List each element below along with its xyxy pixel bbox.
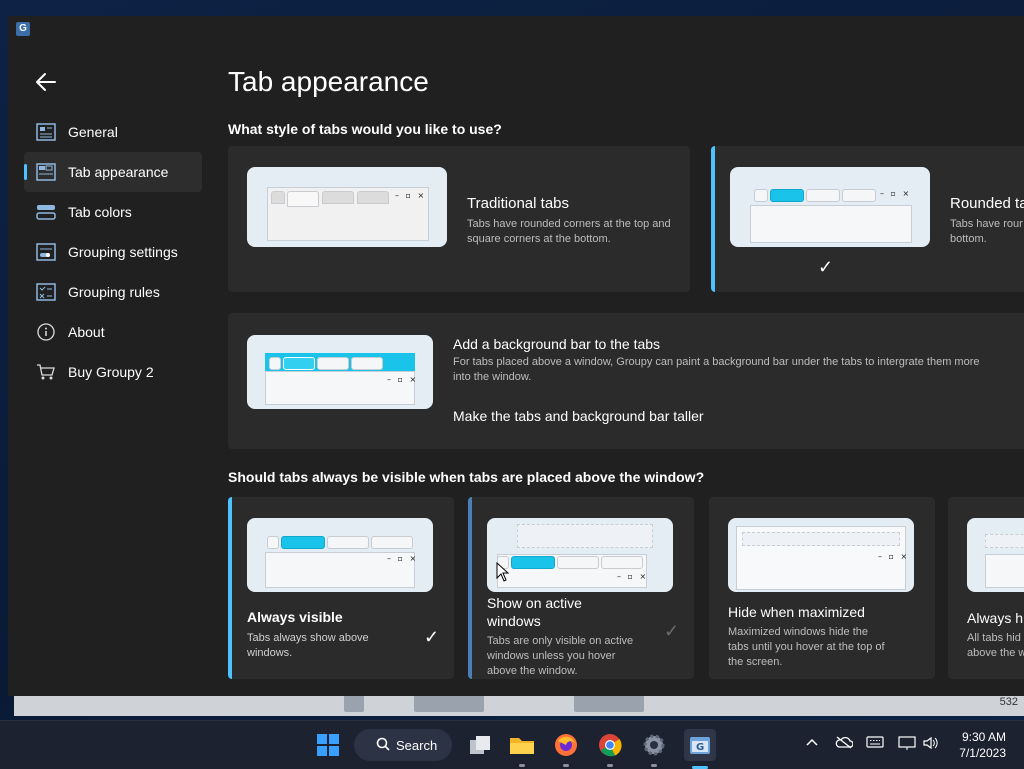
start-windows-icon[interactable]: [314, 731, 342, 759]
settings-gear-icon[interactable]: [640, 731, 668, 767]
option-description: Tabs are only visible on active windows …: [487, 635, 634, 677]
sidebar-item-label: Tab appearance: [68, 164, 169, 180]
info-icon: [36, 323, 56, 341]
svg-text:G: G: [696, 742, 704, 753]
sidebar-item-label: Tab colors: [68, 204, 132, 220]
cart-icon: [36, 363, 56, 381]
mouse-cursor-icon: [496, 561, 510, 587]
sidebar-item-label: Buy Groupy 2: [68, 364, 154, 380]
sidebar-item-label: Grouping settings: [68, 244, 178, 260]
taskbar-search[interactable]: Search: [354, 729, 452, 761]
sidebar-item-label: About: [68, 324, 105, 340]
sidebar-item-tab-appearance[interactable]: Tab appearance: [24, 152, 202, 192]
rounded-tabs-preview: – ▫ ×: [730, 167, 930, 247]
always-visible-preview: – ▫ ×: [247, 518, 433, 592]
clock-time: 9:30 AM: [961, 730, 1006, 744]
checkmark-icon: ✓: [818, 257, 834, 277]
always-hidden-option[interactable]: Always h All tabs hid above the w: [948, 497, 1024, 679]
background-bar-card: – ▫ × Add a background bar to the tabs F…: [228, 313, 1024, 449]
main-content: Tab appearance What style of tabs would …: [228, 16, 1024, 696]
sidebar-nav: General Tab appearance Tab colors Groupi…: [24, 112, 202, 392]
sidebar-item-grouping-settings[interactable]: Grouping settings: [24, 232, 202, 272]
background-bar-preview: – ▫ ×: [247, 335, 433, 409]
search-icon: [376, 737, 390, 754]
hide-when-maximized-option[interactable]: – ▫ × Hide when maximized Maximized wind…: [709, 497, 935, 679]
option-title: Always visible: [247, 609, 343, 625]
always-hidden-preview: [967, 518, 1024, 592]
groupy-taskbar-icon[interactable]: G: [684, 729, 716, 769]
sidebar-item-about[interactable]: About: [24, 312, 202, 352]
option-title: Traditional tabs: [467, 195, 569, 212]
task-view-icon[interactable]: [466, 731, 494, 759]
back-arrow-icon[interactable]: [34, 70, 60, 96]
sidebar-item-tab-colors[interactable]: Tab colors: [24, 192, 202, 232]
visibility-question: Should tabs always be visible when tabs …: [228, 469, 705, 485]
onedrive-cloud-icon[interactable]: [835, 735, 854, 753]
chevron-up-icon[interactable]: [803, 735, 821, 753]
show-on-active-option[interactable]: – ▫ × Show on active windows Tabs are on…: [468, 497, 694, 679]
file-explorer-icon[interactable]: [508, 731, 536, 767]
traditional-tabs-preview: – ▫ ×: [247, 167, 447, 247]
style-question: What style of tabs would you like to use…: [228, 121, 502, 137]
grouping-rules-icon: [36, 283, 56, 301]
taller-tabs-toggle[interactable]: Make the tabs and background bar taller: [453, 408, 704, 424]
sidebar-item-label: Grouping rules: [68, 284, 160, 300]
tab-colors-icon: [36, 203, 56, 221]
keyboard-icon[interactable]: [866, 735, 884, 753]
taskbar: Search G 9:30 AM 7/1/2023: [0, 720, 1024, 769]
tab-appearance-icon: [36, 163, 56, 181]
chrome-icon[interactable]: [596, 731, 624, 767]
background-bar-toggle[interactable]: Add a background bar to the tabs: [453, 336, 660, 352]
option-description: Maximized windows hide the tabs until yo…: [728, 626, 885, 668]
sidebar-item-grouping-rules[interactable]: Grouping rules: [24, 272, 202, 312]
sidebar-item-label: General: [68, 124, 118, 140]
grouping-settings-icon: [36, 243, 56, 261]
general-icon: [36, 123, 56, 141]
search-label: Search: [396, 737, 438, 753]
firefox-icon[interactable]: [552, 731, 580, 767]
checkmark-icon: ✓: [664, 621, 680, 641]
option-title: Always h: [967, 610, 1024, 626]
sidebar-item-buy[interactable]: Buy Groupy 2: [24, 352, 202, 392]
clock-date: 7/1/2023: [959, 746, 1006, 760]
always-visible-option[interactable]: – ▫ × Always visible Tabs always show ab…: [228, 497, 454, 679]
network-icon[interactable]: [898, 735, 916, 753]
option-description: Tabs always show above windows.: [247, 632, 369, 659]
taskbar-clock[interactable]: 9:30 AM 7/1/2023: [959, 729, 1006, 761]
rounded-tabs-option[interactable]: – ▫ × ✓ Rounded ta Tabs have rour and bo…: [711, 146, 1024, 292]
show-on-active-preview: – ▫ ×: [487, 518, 673, 592]
checkmark-icon: ✓: [424, 627, 440, 647]
settings-window: G General Tab appearance Tab colors Grou…: [8, 16, 1024, 696]
background-number: 532: [999, 696, 1018, 708]
traditional-tabs-option[interactable]: – ▫ × Traditional tabs Tabs have rounded…: [228, 146, 690, 292]
option-title: Hide when maximized: [728, 604, 865, 620]
option-description: All tabs hid above the w: [967, 632, 1024, 659]
sidebar-item-general[interactable]: General: [24, 112, 202, 152]
option-title: Rounded ta: [950, 195, 1024, 212]
groupy-app-icon: G: [16, 22, 30, 36]
page-title: Tab appearance: [228, 66, 429, 97]
option-title: Show on active windows: [487, 595, 582, 629]
option-description: Tabs have rounded corners at the top and…: [467, 218, 671, 245]
hide-when-maximized-preview: – ▫ ×: [728, 518, 914, 592]
option-description: Tabs have rour and bottom.: [950, 218, 1024, 245]
volume-icon[interactable]: [922, 735, 940, 753]
background-bar-description: For tabs placed above a window, Groupy c…: [453, 356, 980, 383]
